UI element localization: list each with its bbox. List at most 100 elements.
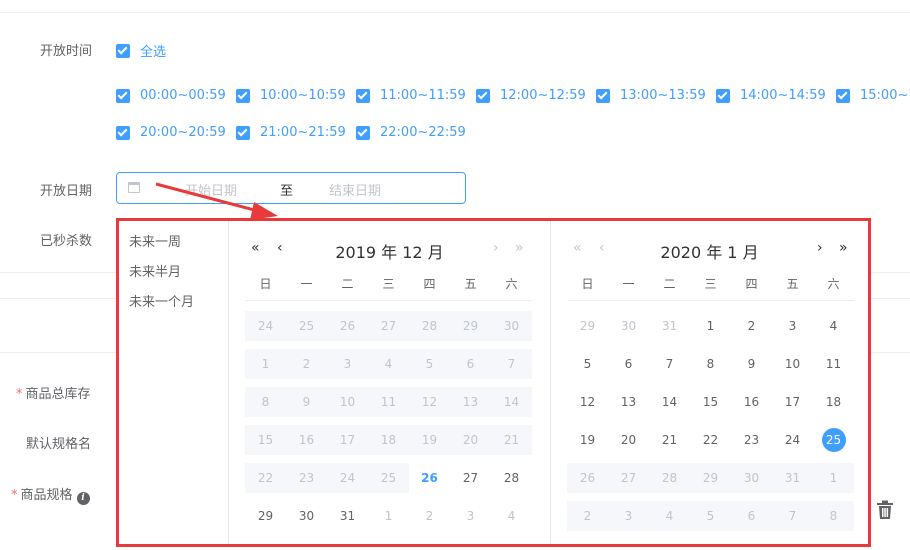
calendar-day[interactable]: 29 <box>567 311 608 341</box>
calendar-day[interactable]: 5 <box>567 349 608 379</box>
calendar-day-number: 20 <box>462 433 479 447</box>
calendar-day: 13 <box>450 387 491 417</box>
time-slot-checkbox[interactable]: 10:00~10:59 <box>236 88 346 103</box>
select-all-checkbox[interactable]: 全选 <box>116 41 166 60</box>
shortcut-next-half-month[interactable]: 未来半月 <box>129 261 181 280</box>
calendar-day[interactable]: 4 <box>813 311 854 341</box>
calendar-day[interactable]: 31 <box>649 311 690 341</box>
next-month-icon[interactable]: › <box>817 240 823 256</box>
calendar-day: 21 <box>491 425 532 455</box>
calendar-day-number: 13 <box>462 395 479 409</box>
calendar-day[interactable]: 16 <box>731 387 772 417</box>
calendar-day[interactable]: 13 <box>608 387 649 417</box>
calendar-day-number: 7 <box>665 357 674 371</box>
time-slot-label: 14:00~14:59 <box>740 88 826 103</box>
calendar-day-number: 14 <box>503 395 520 409</box>
time-slot-label: 22:00~22:59 <box>380 125 466 140</box>
calendar-day-number: 8 <box>261 395 270 409</box>
info-icon[interactable]: i <box>76 492 90 505</box>
calendar-left-panel: « ‹ 2019 年 12 月 › » 日一二三四五六 24 25 26 27 28 29 3… <box>229 221 551 544</box>
calendar-day[interactable]: 24 <box>772 425 813 455</box>
calendar-day: 6 <box>450 349 491 379</box>
calendar-day[interactable]: 9 <box>731 349 772 379</box>
calendar-day[interactable]: 4 <box>491 501 532 531</box>
calendar-day-number: 4 <box>384 357 393 371</box>
calendar-day[interactable]: 18 <box>813 387 854 417</box>
calendar-day[interactable]: 10 <box>772 349 813 379</box>
calendar-day[interactable]: 19 <box>567 425 608 455</box>
calendar-day: 11 <box>368 387 409 417</box>
next-year-icon[interactable]: » <box>839 240 848 256</box>
shortcut-next-month[interactable]: 未来一个月 <box>129 291 194 310</box>
time-slot-checkbox[interactable]: 00:00~00:59 <box>116 88 226 103</box>
calendar-day[interactable]: 3 <box>450 501 491 531</box>
calendar-day-number: 26 <box>421 471 438 485</box>
time-slot-checkbox[interactable]: 12:00~12:59 <box>476 88 586 103</box>
calendar-day-number: 20 <box>620 433 637 447</box>
calendar-day[interactable]: 7 <box>649 349 690 379</box>
time-slot-checkbox[interactable]: 22:00~22:59 <box>356 125 466 140</box>
weekday-label: 日 <box>581 277 594 291</box>
calendar-day[interactable]: 30 <box>608 311 649 341</box>
range-start-input[interactable]: 开始日期 <box>185 180 237 199</box>
calendar-day[interactable]: 21 <box>649 425 690 455</box>
calendar-day[interactable]: 6 <box>608 349 649 379</box>
calendar-day[interactable]: 30 <box>286 501 327 531</box>
calendar-day-number: 11 <box>825 357 842 371</box>
calendar-day-number: 18 <box>380 433 397 447</box>
open-date-label: 开放日期 <box>40 184 93 199</box>
calendar-day-number: 29 <box>462 319 479 333</box>
calendar-day[interactable]: 2 <box>409 501 450 531</box>
next-year-icon[interactable]: » <box>515 240 524 256</box>
date-range-input[interactable]: 开始日期 至 结束日期 <box>116 172 466 204</box>
calendar-day[interactable]: 3 <box>772 311 813 341</box>
calendar-day[interactable]: 23 <box>731 425 772 455</box>
calendar-day-number: 15 <box>257 433 274 447</box>
calendar-day[interactable]: 11 <box>813 349 854 379</box>
calendar-day[interactable]: 17 <box>772 387 813 417</box>
calendar-day-number: 3 <box>788 319 797 333</box>
range-end-input[interactable]: 结束日期 <box>329 180 381 199</box>
calendar-day[interactable]: 29 <box>245 501 286 531</box>
next-month-icon[interactable]: › <box>493 240 499 256</box>
calendar-day[interactable]: 8 <box>690 349 731 379</box>
calendar-day[interactable]: 22 <box>690 425 731 455</box>
calendar-day-number: 1 <box>261 357 270 371</box>
calendar-day-number: 29 <box>257 509 274 523</box>
calendar-day-number: 4 <box>665 509 674 523</box>
calendar-day: 30 <box>491 311 532 341</box>
delete-button[interactable] <box>870 490 900 530</box>
time-slot-checkbox[interactable]: 14:00~14:59 <box>716 88 826 103</box>
checkbox-checked-icon <box>716 88 730 103</box>
calendar-day[interactable]: 31 <box>327 501 368 531</box>
calendar-day-number: 19 <box>421 433 438 447</box>
calendar-day[interactable]: 20 <box>608 425 649 455</box>
calendar-day[interactable]: 1 <box>368 501 409 531</box>
time-slot-checkbox[interactable]: 21:00~21:59 <box>236 125 346 140</box>
calendar-day[interactable]: 2 <box>731 311 772 341</box>
calendar-day: 24 <box>327 463 368 493</box>
calendar-day[interactable]: 14 <box>649 387 690 417</box>
time-slot-checkbox[interactable]: 15:00~1 <box>836 88 910 103</box>
calendar-day-number: 30 <box>620 319 637 333</box>
time-slot-checkbox[interactable]: 13:00~13:59 <box>596 88 706 103</box>
calendar-day-number: 17 <box>784 395 801 409</box>
calendar-day-number: 13 <box>620 395 637 409</box>
calendar-day-number: 28 <box>661 471 678 485</box>
calendar-day[interactable]: 27 <box>450 463 491 493</box>
calendar-day[interactable]: 12 <box>567 387 608 417</box>
time-slot-checkbox[interactable]: 20:00~20:59 <box>116 125 226 140</box>
calendar-day[interactable]: 1 <box>690 311 731 341</box>
calendar-day: 27 <box>608 463 649 493</box>
shortcut-next-week[interactable]: 未来一周 <box>129 231 181 250</box>
calendar-week-row: 22 23 24 25 26 27 28 <box>245 459 532 497</box>
calendar-day[interactable]: 28 <box>491 463 532 493</box>
calendar-day[interactable]: 15 <box>690 387 731 417</box>
calendar-day-number: 8 <box>829 509 838 523</box>
time-slot-checkbox[interactable]: 11:00~11:59 <box>356 88 466 103</box>
calendar-day-selected[interactable]: 25 <box>813 425 854 455</box>
weekday-label: 一 <box>622 277 635 291</box>
calendar-day: 18 <box>368 425 409 455</box>
calendar-day-today[interactable]: 26 <box>409 463 450 493</box>
calendar-day-number: 1 <box>706 319 715 333</box>
